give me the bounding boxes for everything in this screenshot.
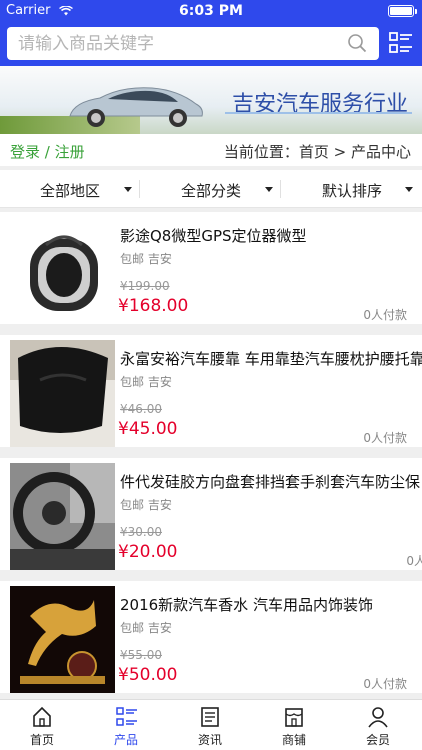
chevron-down-icon bbox=[405, 187, 413, 192]
banner[interactable]: 吉安汽车服务行业 bbox=[0, 66, 422, 134]
product-old-price: ¥46.00 bbox=[120, 402, 162, 416]
user-icon bbox=[368, 707, 388, 728]
shop-icon bbox=[285, 708, 303, 727]
tab-bar: 首页 产品 资讯 商铺 会员 bbox=[0, 699, 422, 750]
divider bbox=[280, 180, 281, 198]
product-paid-count: 0人付款 bbox=[363, 431, 407, 445]
car-image bbox=[69, 87, 203, 127]
search-icon[interactable] bbox=[347, 33, 367, 53]
chevron-down-icon bbox=[124, 187, 132, 192]
login-row: 登录 / 注册 当前位置：首页 > 产品中心 bbox=[0, 134, 422, 166]
filter-category-label: 全部分类 bbox=[181, 182, 242, 200]
product-shipping: 包邮 吉安 bbox=[120, 621, 172, 635]
filter-sort[interactable]: 默认排序 bbox=[282, 170, 422, 208]
product-card[interactable]: 2016新款汽车香水 汽车用品内饰装饰 包邮 吉安 ¥55.00 ¥50.00 … bbox=[0, 581, 422, 693]
login-register-link[interactable]: 登录 / 注册 bbox=[10, 141, 85, 162]
filter-region[interactable]: 全部地区 bbox=[0, 170, 140, 208]
news-icon bbox=[201, 707, 219, 727]
search-box[interactable] bbox=[7, 27, 379, 60]
search-input[interactable] bbox=[18, 32, 338, 56]
product-price: ¥20.00 bbox=[118, 542, 178, 562]
battery-icon bbox=[388, 5, 417, 17]
product-image bbox=[10, 463, 115, 570]
product-paid-count: 0人付款 bbox=[363, 677, 407, 691]
product-title: 影途Q8微型GPS定位器微型 bbox=[120, 227, 307, 245]
tab-member[interactable]: 会员 bbox=[336, 700, 420, 750]
tab-products-label: 产品 bbox=[113, 733, 138, 747]
product-old-price: ¥55.00 bbox=[120, 648, 162, 662]
product-shipping: 包邮 吉安 bbox=[120, 375, 172, 389]
breadcrumb: 当前位置：首页 > 产品中心 bbox=[223, 143, 411, 161]
product-title: 件代发硅胶方向盘套排挡套手刹套汽车防尘保 bbox=[120, 473, 421, 491]
filter-category[interactable]: 全部分类 bbox=[141, 170, 281, 208]
tab-news-label: 资讯 bbox=[197, 733, 222, 747]
product-image bbox=[10, 217, 115, 324]
product-title: 2016新款汽车香水 汽车用品内饰装饰 bbox=[120, 596, 373, 614]
filter-region-label: 全部地区 bbox=[40, 182, 101, 200]
product-title: 永富安裕汽车腰靠 车用靠垫汽车腰枕护腰托靠 bbox=[120, 350, 422, 368]
tab-member-label: 会员 bbox=[365, 733, 390, 747]
product-paid-count: 0人付款 bbox=[406, 554, 422, 568]
tab-home[interactable]: 首页 bbox=[0, 700, 84, 750]
tab-news[interactable]: 资讯 bbox=[168, 700, 252, 750]
status-bar: Carrier 6:03 PM bbox=[0, 0, 422, 22]
product-price: ¥168.00 bbox=[118, 296, 189, 316]
product-card[interactable]: 件代发硅胶方向盘套排挡套手刹套汽车防尘保 包邮 吉安 ¥30.00 ¥20.00… bbox=[0, 458, 422, 570]
product-price: ¥45.00 bbox=[118, 419, 178, 439]
search-bar bbox=[0, 22, 422, 66]
product-image bbox=[10, 340, 115, 447]
product-image bbox=[10, 586, 115, 693]
filter-row: 全部地区 全部分类 默认排序 bbox=[0, 170, 422, 208]
list-icon bbox=[116, 707, 137, 726]
tab-home-label: 首页 bbox=[29, 733, 54, 747]
home-icon bbox=[33, 706, 51, 727]
chevron-down-icon bbox=[265, 187, 273, 192]
product-card[interactable]: 永富安裕汽车腰靠 车用靠垫汽车腰枕护腰托靠 包邮 吉安 ¥46.00 ¥45.0… bbox=[0, 335, 422, 447]
filter-sort-label: 默认排序 bbox=[322, 182, 383, 200]
category-menu-icon[interactable] bbox=[389, 31, 413, 55]
product-old-price: ¥30.00 bbox=[120, 525, 162, 539]
banner-underline bbox=[225, 112, 412, 114]
product-shipping: 包邮 吉安 bbox=[120, 498, 172, 512]
clock: 6:03 PM bbox=[179, 3, 243, 19]
product-old-price: ¥199.00 bbox=[120, 279, 170, 293]
product-paid-count: 0人付款 bbox=[363, 308, 407, 322]
tab-shops[interactable]: 商铺 bbox=[252, 700, 336, 750]
product-card[interactable]: 影途Q8微型GPS定位器微型 包邮 吉安 ¥199.00 ¥168.00 0人付… bbox=[0, 212, 422, 324]
tab-shops-label: 商铺 bbox=[281, 733, 306, 747]
product-shipping: 包邮 吉安 bbox=[120, 252, 172, 266]
product-price: ¥50.00 bbox=[118, 665, 178, 685]
tab-products[interactable]: 产品 bbox=[84, 700, 168, 750]
divider bbox=[139, 180, 140, 198]
